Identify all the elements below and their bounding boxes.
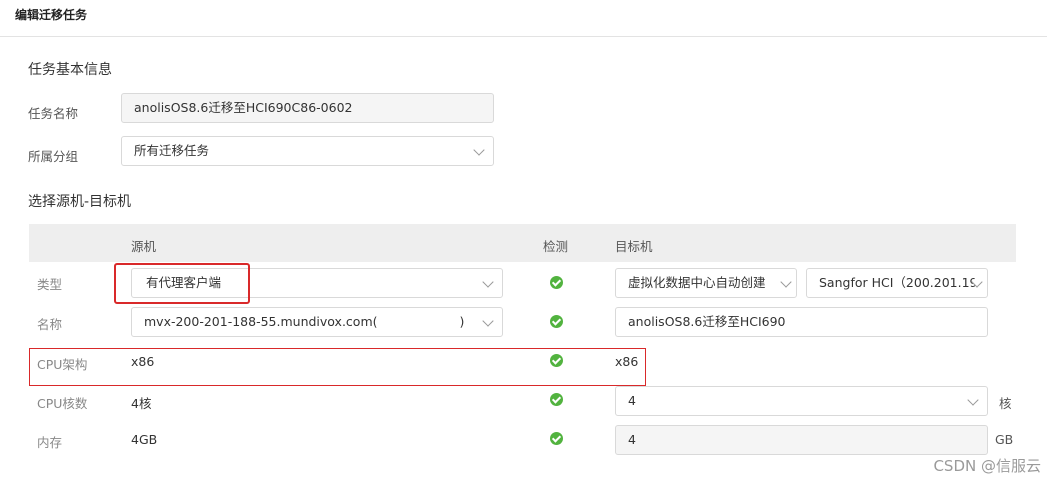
redacted-block [377,315,460,330]
chevron-down-icon [967,394,979,406]
basic-info-section-title: 任务基本信息 [28,62,112,78]
group-value: 所有迁移任务 [134,143,210,158]
check-circle-icon [550,393,563,406]
column-check: 检测 [543,239,569,254]
source-cpu-cores: 4核 [131,396,152,411]
dialog-title: 编辑迁移任务 [15,8,88,22]
target-cpu-cores-value: 4 [628,393,636,408]
memory-unit: GB [995,432,1014,447]
row-label-type: 类型 [37,277,63,292]
column-source: 源机 [131,239,157,254]
target-type-select[interactable]: 虚拟化数据中心自动创建 [615,268,797,298]
row-label-memory: 内存 [37,435,63,450]
dialog-header: 编辑迁移任务 [0,0,1047,37]
task-name-label: 任务名称 [28,106,79,121]
task-name-input[interactable]: anolisOS8.6迁移至HCI690C86-0602 [121,93,494,123]
row-label-cpu-arch: CPU架构 [37,357,88,372]
table-header [29,224,1016,262]
row-label-name: 名称 [37,317,63,332]
check-circle-icon [550,315,563,328]
chevron-down-icon [780,276,792,288]
target-memory-value: 4 [628,432,636,447]
check-circle-icon [550,432,563,445]
source-name-value: mvx-200-201-188-55.mundivox.com( [144,314,378,329]
group-select[interactable]: 所有迁移任务 [121,136,494,166]
source-name-suffix: ) [459,314,465,329]
target-name-value: anolisOS8.6迁移至HCI690 [628,314,786,329]
source-name-select[interactable]: mvx-200-201-188-55.mundivox.com() [131,307,503,337]
highlight-annotation-type [114,263,250,304]
select-machine-section-title: 选择源机-目标机 [28,194,132,210]
column-target: 目标机 [615,239,653,254]
row-label-cpu-cores: CPU核数 [37,396,88,411]
target-platform-select[interactable]: Sangfor HCI（200.201.19 [806,268,988,298]
watermark: CSDN @信服云 [933,457,1041,475]
target-name-input[interactable]: anolisOS8.6迁移至HCI690 [615,307,988,337]
group-label: 所属分组 [28,149,79,164]
source-cpu-arch: x86 [131,354,155,369]
target-type-value: 虚拟化数据中心自动创建 [628,275,766,290]
chevron-down-icon [473,144,485,156]
chevron-down-icon [482,315,494,327]
target-cpu-cores-select[interactable]: 4 [615,386,988,416]
chevron-down-icon [482,276,494,288]
target-cpu-arch: x86 [615,354,639,369]
check-circle-icon [550,276,563,289]
source-memory: 4GB [131,432,158,447]
cpu-cores-unit: 核 [999,396,1012,411]
check-circle-icon [550,354,563,367]
task-name-value: anolisOS8.6迁移至HCI690C86-0602 [134,100,353,115]
target-platform-value: Sangfor HCI（200.201.19 [819,275,978,290]
target-memory-input[interactable]: 4 [615,425,988,455]
